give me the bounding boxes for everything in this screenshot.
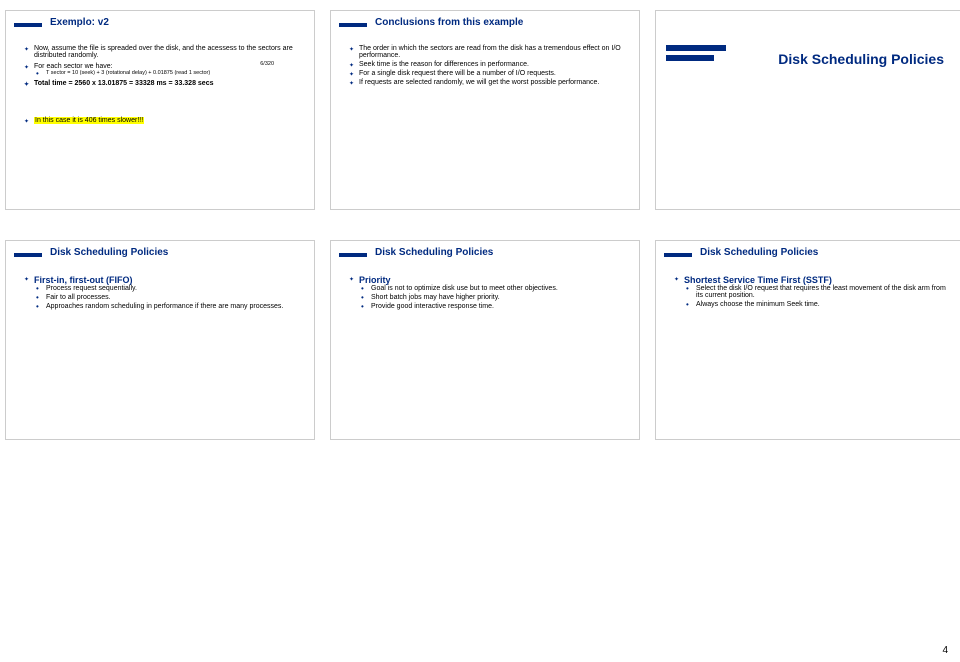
slide-conclusions: Conclusions from this example The order …	[330, 10, 640, 210]
accent-bar	[14, 23, 42, 27]
slide-grid: Exemplo: v2 Now, assume the file is spre…	[0, 0, 960, 450]
slide-content: Now, assume the file is spreaded over th…	[22, 45, 304, 199]
slide-priority: Disk Scheduling Policies Priority Goal i…	[330, 240, 640, 440]
bullet-item: Short batch jobs may have higher priorit…	[371, 294, 629, 301]
slide-fifo: Disk Scheduling Policies First-in, first…	[5, 240, 315, 440]
text-subitem: T sector = 10 (seek) + 3 (rotational del…	[46, 70, 304, 76]
bullet-item: Always choose the minimum Seek time.	[696, 301, 954, 308]
accent-bar	[339, 23, 367, 27]
accent-bar	[339, 253, 367, 257]
bullet-heading: Shortest Service Time First (SSTF) Selec…	[684, 275, 954, 308]
accent-bar	[666, 45, 726, 51]
slide-content: First-in, first-out (FIFO) Process reque…	[22, 275, 304, 429]
bullet-item: Seek time is the reason for differences …	[359, 61, 629, 68]
slide-title: Disk Scheduling Policies	[50, 247, 168, 258]
bullet-item: Fair to all processes.	[46, 294, 304, 301]
slide-title: Exemplo: v2	[50, 17, 109, 28]
slide-title: Conclusions from this example	[375, 17, 523, 28]
accent-bar	[14, 253, 42, 257]
text-item: Now, assume the file is spreaded over th…	[34, 45, 304, 59]
slide-content: Shortest Service Time First (SSTF) Selec…	[672, 275, 954, 429]
bullet-item: Select the disk I/O request that require…	[696, 285, 954, 299]
bullet-heading: Priority Goal is not to optimize disk us…	[359, 275, 629, 310]
bullet-item: Provide good interactive response time.	[371, 303, 629, 310]
bullet-item: Goal is not to optimize disk use but to …	[371, 285, 629, 292]
bullet-item: Approaches random scheduling in performa…	[46, 303, 304, 310]
slide-main-title: Disk Scheduling Policies	[756, 51, 944, 67]
bullet-item: For a single disk request there will be …	[359, 70, 629, 77]
slide-disk-policies-title: Disk Scheduling Policies	[655, 10, 960, 210]
bullet-item: The order in which the sectors are read …	[359, 45, 629, 59]
bullet-item: Process request sequentially.	[46, 285, 304, 292]
slide-content: Priority Goal is not to optimize disk us…	[347, 275, 629, 429]
text-item: Total time = 2560 x 13.01875 = 33328 ms …	[34, 80, 304, 87]
accent-bar	[664, 253, 692, 257]
bullet-heading: First-in, first-out (FIFO) Process reque…	[34, 275, 304, 310]
slide-content: The order in which the sectors are read …	[347, 45, 629, 199]
bullet-item: If requests are selected randomly, we wi…	[359, 79, 629, 86]
slide-title: Disk Scheduling Policies	[375, 247, 493, 258]
accent-bar	[666, 55, 714, 61]
slide-sstf: Disk Scheduling Policies Shortest Servic…	[655, 240, 960, 440]
page-number: 4	[942, 645, 948, 656]
text-highlight: In this case it is 406 times slower!!!	[34, 117, 304, 124]
slide-title: Disk Scheduling Policies	[700, 247, 818, 258]
text-item: For each sector we have: T sector = 10 (…	[34, 63, 304, 76]
slide-exemplo-v2: Exemplo: v2 Now, assume the file is spre…	[5, 10, 315, 210]
